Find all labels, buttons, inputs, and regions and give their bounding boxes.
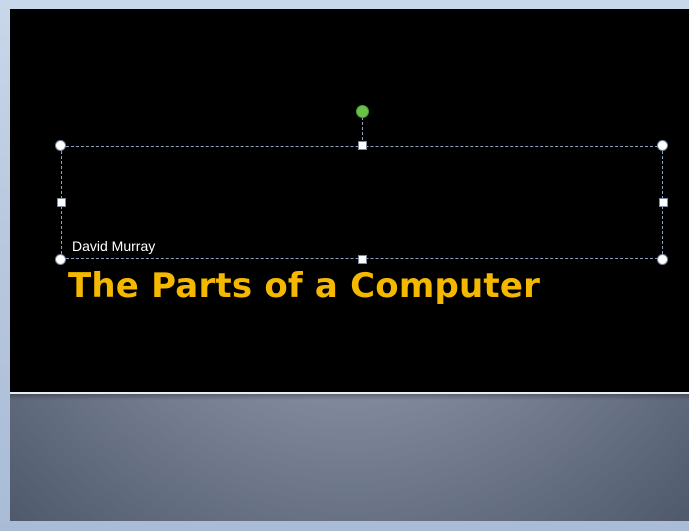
resize-handle-middle-left[interactable] <box>57 198 66 207</box>
rotate-handle-icon[interactable] <box>356 105 369 118</box>
resize-handle-middle-right[interactable] <box>659 198 668 207</box>
slide-canvas[interactable]: David Murray The Parts of a Computer <box>10 9 689 392</box>
resize-handle-bottom-center[interactable] <box>358 255 367 264</box>
slide-shadow <box>10 394 689 400</box>
slide-editing-area[interactable]: David Murray The Parts of a Computer <box>10 9 689 521</box>
resize-handle-bottom-left[interactable] <box>55 254 66 265</box>
resize-handle-bottom-right[interactable] <box>657 254 668 265</box>
resize-handle-top-center[interactable] <box>358 141 367 150</box>
resize-handle-top-right[interactable] <box>657 140 668 151</box>
resize-handle-top-left[interactable] <box>55 140 66 151</box>
slide-subtitle[interactable]: David Murray <box>72 238 155 254</box>
presentation-window: David Murray The Parts of a Computer <box>0 0 689 531</box>
slide-title[interactable]: The Parts of a Computer <box>68 266 540 306</box>
